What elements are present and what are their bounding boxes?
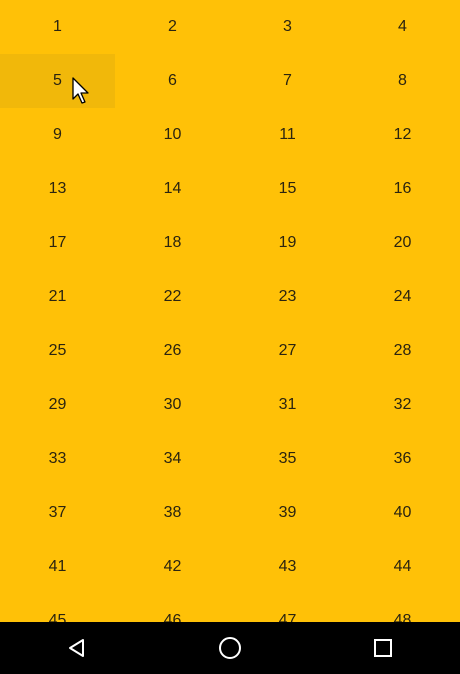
grid-item-2[interactable]: 2 (115, 0, 230, 54)
grid-item-7[interactable]: 7 (230, 54, 345, 108)
grid-item-13[interactable]: 13 (0, 162, 115, 216)
grid-item-31[interactable]: 31 (230, 378, 345, 432)
grid-item-35[interactable]: 35 (230, 432, 345, 486)
grid-item-28[interactable]: 28 (345, 324, 460, 378)
grid-item-12[interactable]: 12 (345, 108, 460, 162)
grid-item-38[interactable]: 38 (115, 486, 230, 540)
grid-item-6[interactable]: 6 (115, 54, 230, 108)
grid-item-26[interactable]: 26 (115, 324, 230, 378)
back-triangle-icon (68, 639, 84, 657)
grid-item-11[interactable]: 11 (230, 108, 345, 162)
home-button[interactable] (200, 622, 260, 674)
grid-item-29[interactable]: 29 (0, 378, 115, 432)
grid-item-8[interactable]: 8 (345, 54, 460, 108)
grid-item-18[interactable]: 18 (115, 216, 230, 270)
recents-button[interactable] (353, 622, 413, 674)
grid-item-46[interactable]: 46 (115, 594, 230, 622)
grid-item-16[interactable]: 16 (345, 162, 460, 216)
system-navigation-bar (0, 622, 460, 674)
grid-item-17[interactable]: 17 (0, 216, 115, 270)
grid-item-34[interactable]: 34 (115, 432, 230, 486)
grid-item-39[interactable]: 39 (230, 486, 345, 540)
grid-item-20[interactable]: 20 (345, 216, 460, 270)
grid-item-40[interactable]: 40 (345, 486, 460, 540)
grid-item-30[interactable]: 30 (115, 378, 230, 432)
grid-item-19[interactable]: 19 (230, 216, 345, 270)
grid-item-3[interactable]: 3 (230, 0, 345, 54)
grid-item-1[interactable]: 1 (0, 0, 115, 54)
grid-item-36[interactable]: 36 (345, 432, 460, 486)
grid-item-5[interactable]: 5 (0, 54, 115, 108)
number-grid-viewport: 1 2 3 4 5 6 7 8 9 10 11 12 13 14 15 16 17 18 19 20 21 22 23 24 2… (0, 0, 460, 622)
grid-item-33[interactable]: 33 (0, 432, 115, 486)
number-grid: 1 2 3 4 5 6 7 8 9 10 11 12 13 14 15 16 17 18 19 20 21 22 23 24 2… (0, 0, 460, 622)
grid-item-32[interactable]: 32 (345, 378, 460, 432)
grid-item-9[interactable]: 9 (0, 108, 115, 162)
grid-item-22[interactable]: 22 (115, 270, 230, 324)
home-circle-icon (218, 637, 241, 659)
grid-item-14[interactable]: 14 (115, 162, 230, 216)
grid-item-44[interactable]: 44 (345, 540, 460, 594)
grid-item-47[interactable]: 47 (230, 594, 345, 622)
grid-item-42[interactable]: 42 (115, 540, 230, 594)
grid-item-45[interactable]: 45 (0, 594, 115, 622)
grid-item-10[interactable]: 10 (115, 108, 230, 162)
recents-square-icon (374, 639, 393, 657)
grid-item-27[interactable]: 27 (230, 324, 345, 378)
grid-item-23[interactable]: 23 (230, 270, 345, 324)
grid-item-21[interactable]: 21 (0, 270, 115, 324)
grid-item-41[interactable]: 41 (0, 540, 115, 594)
grid-item-37[interactable]: 37 (0, 486, 115, 540)
grid-item-15[interactable]: 15 (230, 162, 345, 216)
grid-item-43[interactable]: 43 (230, 540, 345, 594)
grid-item-25[interactable]: 25 (0, 324, 115, 378)
back-button[interactable] (47, 622, 107, 674)
grid-item-4[interactable]: 4 (345, 0, 460, 54)
grid-item-24[interactable]: 24 (345, 270, 460, 324)
grid-item-48[interactable]: 48 (345, 594, 460, 622)
